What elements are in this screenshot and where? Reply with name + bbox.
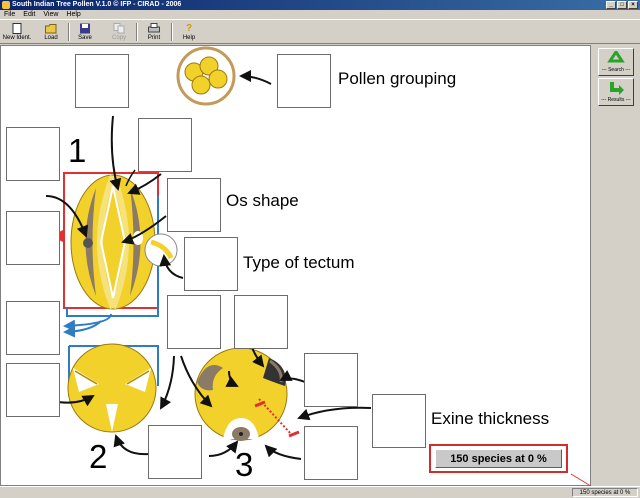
help-icon: ? [185,23,193,34]
pollen-type-number-1: 1 [68,132,87,169]
search-label: --- Search --- [601,67,631,73]
load-label: Load [44,35,58,41]
print-label: Print [147,35,161,41]
choice-box-left-2[interactable] [6,211,60,265]
recycle-search-icon [607,49,625,67]
choice-box-right-1[interactable] [304,353,358,407]
choice-box-bottom-2[interactable] [304,426,358,480]
identification-canvas: Pollen grouping Os shape Type of tectum … [0,45,592,487]
choice-box-os-shape[interactable] [167,178,221,232]
choice-box-pollen-grouping[interactable] [277,54,331,108]
new-ident-button[interactable]: New Ident. [0,21,34,43]
pollen-grouping-label: Pollen grouping [338,69,457,88]
save-button[interactable]: Save [68,21,102,43]
print-button[interactable]: Print [137,21,171,43]
menu-help[interactable]: Help [66,10,80,19]
print-icon [148,23,160,34]
pollen-grouping-image[interactable] [176,46,236,106]
choice-box-mid-1[interactable] [167,295,221,349]
maximize-button[interactable]: □ [617,1,627,9]
search-button[interactable]: --- Search --- [598,48,634,76]
app-icon [2,1,10,9]
results-arrow-icon [607,81,625,97]
title-bar: South Indian Tree Pollen V.1.0 © IFP - C… [0,0,640,10]
species-counter: 150 species at 0 % [435,449,562,468]
minimize-button[interactable]: _ [606,1,616,9]
new-document-icon [11,23,23,34]
results-button[interactable]: --- Results --- [598,78,634,106]
choice-box-top-1[interactable] [75,54,129,108]
copy-label: Copy [111,35,126,41]
menu-bar: File Edit View Help [0,10,640,19]
tricolporate-pollen-image-3[interactable] [194,347,288,441]
menu-edit[interactable]: Edit [23,10,35,19]
load-button[interactable]: Load [34,21,68,43]
choice-box-mid-2[interactable] [234,295,288,349]
choice-box-os-1[interactable] [138,118,192,172]
results-label: --- Results --- [601,97,631,103]
species-counter-frame: 150 species at 0 % [429,444,568,473]
pollen-type-number-2: 2 [89,438,108,475]
new-ident-label: New Ident. [2,35,32,41]
type-of-tectum-label: Type of tectum [243,253,355,272]
menu-view[interactable]: View [43,10,58,19]
tricolpate-pollen-image-2[interactable] [67,343,157,433]
copy-button[interactable]: Copy [102,21,136,43]
choice-box-left-4[interactable] [6,363,60,417]
open-folder-icon [45,23,57,34]
choice-box-bottom-1[interactable] [148,425,202,479]
os-shape-label: Os shape [226,191,299,210]
menu-file[interactable]: File [4,10,15,19]
status-bar: 150 species at 0 % [0,486,640,498]
choice-box-tectum[interactable] [184,237,238,291]
help-button[interactable]: ? Help [172,21,206,43]
exine-thickness-label: Exine thickness [431,409,550,428]
choice-box-exine-thickness[interactable] [372,394,426,448]
save-disk-icon [79,23,91,34]
toolbar: New Ident. Load Save Copy Print ? Help [0,19,640,44]
help-label: Help [182,35,196,41]
pollen-type-number-3: 3 [235,446,254,483]
copy-icon [113,23,125,34]
save-label: Save [78,35,92,41]
window-title: South Indian Tree Pollen V.1.0 © IFP - C… [12,1,182,8]
choice-box-left-1[interactable] [6,127,60,181]
close-button[interactable]: × [628,1,638,9]
choice-box-left-3[interactable] [6,301,60,355]
status-species-count: 150 species at 0 % [572,488,638,497]
